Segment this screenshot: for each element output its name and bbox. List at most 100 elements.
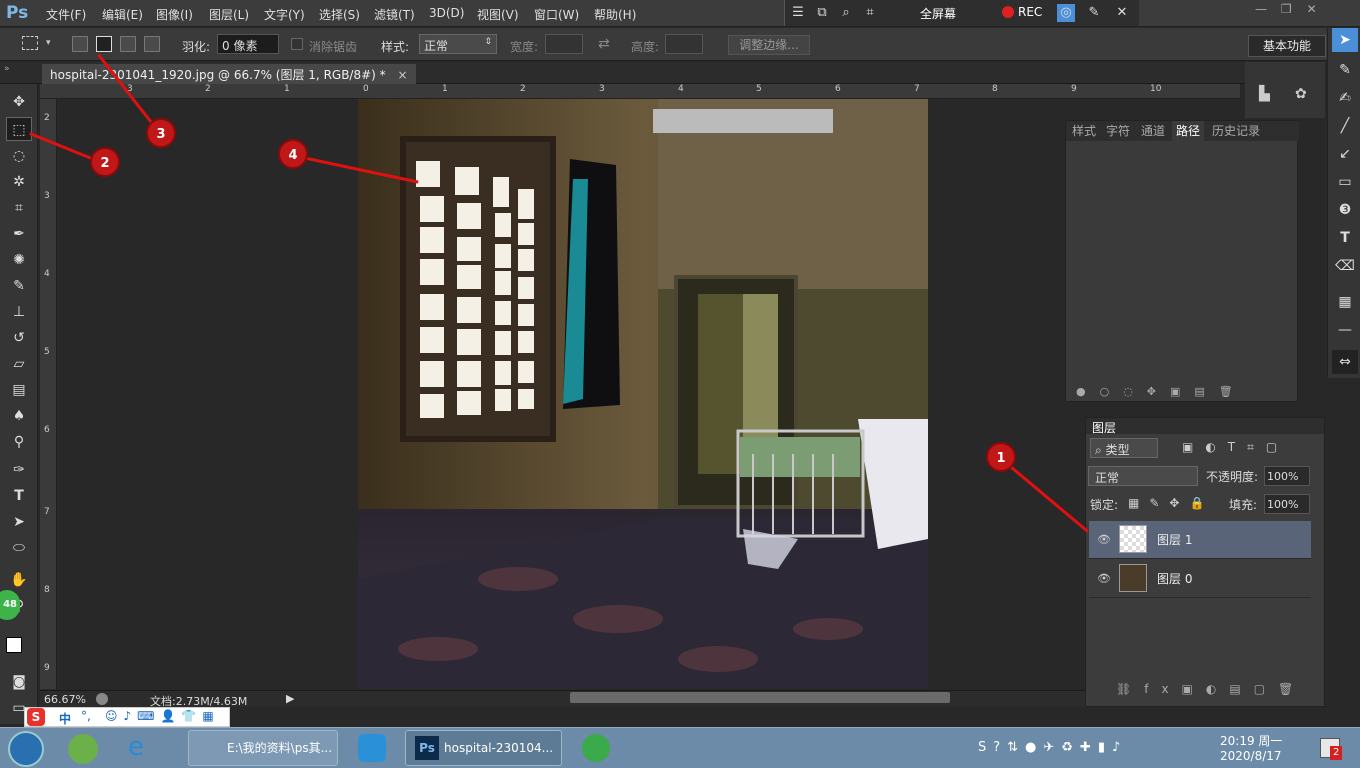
menu-filter[interactable]: 滤镜(T) bbox=[374, 6, 415, 23]
menu-window[interactable]: 窗口(W) bbox=[534, 6, 579, 23]
feather-input[interactable]: 0 像素 bbox=[217, 34, 279, 54]
zoom-level[interactable]: 66.67% bbox=[44, 693, 86, 706]
pencil-icon[interactable]: ✎ bbox=[1332, 58, 1358, 82]
ellipse-tool-icon[interactable]: ⬭ bbox=[6, 536, 32, 560]
sogou-icon[interactable]: S bbox=[27, 708, 45, 726]
rec-label[interactable]: REC bbox=[1018, 5, 1042, 19]
horizontal-scrollbar[interactable] bbox=[570, 692, 950, 703]
ie-icon[interactable]: e bbox=[128, 732, 144, 762]
type-tool-icon[interactable]: T bbox=[6, 484, 32, 508]
add-to-selection-icon[interactable] bbox=[96, 36, 112, 52]
rectangle-icon[interactable]: ▭ bbox=[1332, 170, 1358, 194]
clock-time[interactable]: 20:19 周一 bbox=[1220, 732, 1282, 749]
menu-edit[interactable]: 编辑(E) bbox=[102, 6, 143, 23]
eraser-tool-icon[interactable]: ▱ bbox=[6, 352, 32, 376]
layer-name[interactable]: 图层 1 bbox=[1157, 531, 1192, 548]
start-button[interactable] bbox=[8, 731, 44, 767]
refine-edge-button[interactable]: 调整边缘... bbox=[728, 35, 810, 55]
layer-row-selected[interactable]: 👁 图层 1 bbox=[1089, 521, 1311, 559]
opacity-input[interactable]: 100% bbox=[1264, 466, 1310, 486]
status-icon[interactable] bbox=[96, 693, 108, 705]
layer-name[interactable]: 图层 0 bbox=[1157, 570, 1192, 587]
layers-title[interactable]: 图层 bbox=[1092, 419, 1116, 436]
fill-input[interactable]: 100% bbox=[1264, 494, 1310, 514]
menu-help[interactable]: 帮助(H) bbox=[594, 6, 636, 23]
lasso-tool-icon[interactable]: ◌ bbox=[6, 144, 32, 168]
tab-history[interactable]: 历史记录 bbox=[1206, 121, 1266, 141]
menu-type[interactable]: 文字(Y) bbox=[264, 6, 305, 23]
dodge-tool-icon[interactable]: ⚲ bbox=[6, 430, 32, 454]
eyedropper-icon[interactable]: ✒ bbox=[6, 222, 32, 246]
line-icon[interactable]: ╱ bbox=[1332, 114, 1358, 138]
collapse-icon[interactable]: » bbox=[4, 64, 10, 74]
ime-punct[interactable]: °, bbox=[81, 709, 91, 723]
stamp-tool-icon[interactable]: ⊥ bbox=[6, 300, 32, 324]
rect-marquee-tool-icon[interactable]: ⬚ bbox=[6, 117, 32, 141]
move-tool-icon[interactable]: ✥ bbox=[6, 90, 32, 114]
tab-character[interactable]: 字符 bbox=[1102, 121, 1134, 141]
stroke-width-icon[interactable]: — bbox=[1332, 318, 1358, 342]
menu-image[interactable]: 图像(I) bbox=[156, 6, 193, 23]
app-icon[interactable] bbox=[358, 734, 386, 762]
workspace-select[interactable]: 基本功能 bbox=[1248, 35, 1326, 57]
height-input[interactable] bbox=[665, 34, 703, 54]
path-select-icon[interactable]: ➤ bbox=[6, 510, 32, 534]
play-icon[interactable]: ▶ bbox=[286, 692, 294, 705]
pen-tool-icon[interactable]: ✑ bbox=[6, 458, 32, 482]
healing-brush-icon[interactable]: ✺ bbox=[6, 248, 32, 272]
menu-layer[interactable]: 图层(L) bbox=[209, 6, 249, 23]
marker-icon[interactable]: ✍ bbox=[1332, 86, 1358, 110]
gradient-tool-icon[interactable]: ▤ bbox=[6, 378, 32, 402]
brush-tool-icon[interactable]: ✎ bbox=[6, 274, 32, 298]
tab-styles[interactable]: 样式 bbox=[1068, 121, 1100, 141]
filter-icons[interactable]: ▣◐T⌗▢ bbox=[1182, 440, 1289, 455]
menu-file[interactable]: 文件(F) bbox=[46, 6, 86, 23]
intersect-selection-icon[interactable] bbox=[144, 36, 160, 52]
layer-row[interactable]: 👁 图层 0 bbox=[1089, 560, 1311, 598]
menu-select[interactable]: 选择(S) bbox=[319, 6, 360, 23]
crop-region-icon[interactable]: ⌗ bbox=[861, 4, 879, 22]
eye-icon[interactable]: 👁 bbox=[1097, 572, 1111, 586]
fullscreen-label[interactable]: 全屏幕 bbox=[920, 5, 956, 22]
menu-3d[interactable]: 3D(D) bbox=[429, 6, 464, 20]
app-icon[interactable] bbox=[582, 734, 610, 762]
filter-kind-select[interactable]: ⌕ 类型 bbox=[1090, 438, 1158, 458]
tab-channels[interactable]: 通道 bbox=[1136, 121, 1170, 141]
adjustments-icon[interactable]: ▙ bbox=[1259, 86, 1270, 102]
arrow-draw-icon[interactable]: ↙ bbox=[1332, 142, 1358, 166]
document-tab[interactable]: hospital-2301041_1920.jpg @ 66.7% (图层 1,… bbox=[42, 64, 416, 84]
numbering-icon[interactable]: ❸ bbox=[1332, 198, 1358, 222]
cursor-icon[interactable]: ➤ bbox=[1332, 28, 1358, 52]
camera-icon[interactable]: ◎ bbox=[1057, 4, 1075, 22]
document-image[interactable] bbox=[358, 99, 928, 689]
minimize-icon[interactable]: — bbox=[1255, 2, 1277, 16]
expand-icon[interactable]: ⇔ bbox=[1332, 350, 1358, 374]
swap-icon[interactable]: ⇄ bbox=[598, 36, 610, 52]
tab-paths[interactable]: 路径 bbox=[1172, 121, 1204, 141]
menu-lines-icon[interactable]: ☰ bbox=[789, 4, 807, 22]
pen-icon[interactable]: ✎ bbox=[1085, 4, 1103, 22]
subtract-selection-icon[interactable] bbox=[120, 36, 136, 52]
transparency-icon[interactable]: ▦ bbox=[1332, 290, 1358, 314]
crop-tool-icon[interactable]: ⌗ bbox=[6, 196, 32, 220]
new-selection-icon[interactable] bbox=[72, 36, 88, 52]
taskbar-explorer[interactable]: E:\我的资料\ps其... bbox=[188, 730, 338, 766]
quick-mask-icon[interactable]: ◙ bbox=[6, 670, 32, 694]
window-icon[interactable]: ⧉ bbox=[813, 4, 831, 22]
style-select[interactable]: 正常 ⇕ bbox=[419, 34, 497, 54]
marquee-preset-icon[interactable] bbox=[22, 36, 38, 50]
system-tray-icons[interactable]: S?⇅●✈♻✚▮♪ bbox=[978, 740, 1127, 755]
clock-date[interactable]: 2020/8/17 bbox=[1220, 749, 1282, 763]
eye-icon[interactable]: 👁 bbox=[1097, 533, 1111, 547]
blend-mode-select[interactable]: 正常 bbox=[1088, 466, 1198, 486]
eraser-icon[interactable]: ⌫ bbox=[1332, 254, 1358, 278]
hand-tool-icon[interactable]: ✋ bbox=[6, 568, 32, 592]
ime-icons[interactable]: ☺♪⌨👤👕▦ bbox=[105, 709, 220, 723]
blur-tool-icon[interactable]: ♠ bbox=[6, 404, 32, 428]
width-input[interactable] bbox=[545, 34, 583, 54]
layers-footer-icons[interactable]: ⛓fx▣◐▤▢🗑 bbox=[1116, 682, 1306, 696]
ime-mode[interactable]: 中 bbox=[59, 710, 71, 727]
antialias-checkbox[interactable] bbox=[291, 38, 303, 50]
lock-icons[interactable]: ▦✎✥🔒 bbox=[1128, 496, 1214, 510]
paths-footer-icons[interactable]: ●○◌✥▣▤🗑 bbox=[1076, 385, 1286, 399]
